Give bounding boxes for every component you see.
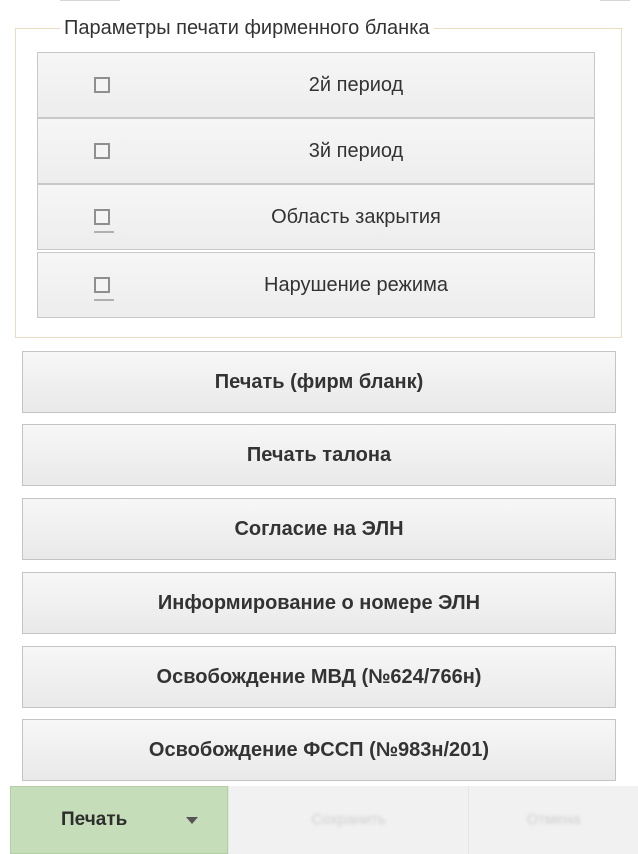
option-label: Нарушение режима	[264, 274, 448, 296]
checkbox-regime-violation[interactable]	[94, 277, 110, 293]
option-regime-violation[interactable]: Нарушение режима	[37, 252, 595, 318]
option-3rd-period[interactable]: 3й период	[37, 118, 595, 184]
print-dropdown-button[interactable]: Печать	[10, 786, 228, 854]
print-options-panel: Параметры печати фирменного бланка 2й пе…	[0, 0, 638, 854]
fssp-release-button[interactable]: Освобождение ФССП (№983н/201)	[22, 719, 616, 781]
checkbox-3rd-period[interactable]	[94, 143, 110, 159]
option-label: 2й период	[308, 74, 404, 96]
save-button[interactable]: Сохранить	[228, 786, 468, 854]
cancel-button-label: Отмена	[526, 811, 581, 828]
save-button-label: Сохранить	[311, 811, 386, 828]
checkbox-2nd-period[interactable]	[94, 77, 110, 93]
eln-consent-button[interactable]: Согласие на ЭЛН	[22, 498, 616, 560]
chevron-down-icon	[186, 817, 198, 824]
mvd-release-button[interactable]: Освобождение МВД (№624/766н)	[22, 646, 616, 708]
option-label: Область закрытия	[271, 206, 441, 228]
top-edge-fragment	[600, 0, 630, 7]
option-closing-area[interactable]: Область закрытия	[37, 184, 595, 250]
checkbox-underline	[94, 231, 114, 233]
print-letterhead-button[interactable]: Печать (фирм бланк)	[22, 351, 616, 413]
option-label: 3й период	[308, 140, 404, 162]
bottom-action-bar: Печать Сохранить Отмена	[0, 786, 638, 854]
print-params-legend: Параметры печати фирменного бланка	[60, 14, 434, 42]
eln-number-info-button[interactable]: Информирование о номере ЭЛН	[22, 572, 616, 634]
option-2nd-period[interactable]: 2й период	[37, 52, 595, 118]
print-button-label: Печать	[61, 809, 128, 830]
checkbox-closing-area[interactable]	[94, 209, 110, 225]
checkbox-underline	[94, 299, 114, 301]
top-edge-fragment	[60, 0, 120, 7]
print-coupon-button[interactable]: Печать талона	[22, 424, 616, 486]
cancel-button[interactable]: Отмена	[468, 786, 638, 854]
